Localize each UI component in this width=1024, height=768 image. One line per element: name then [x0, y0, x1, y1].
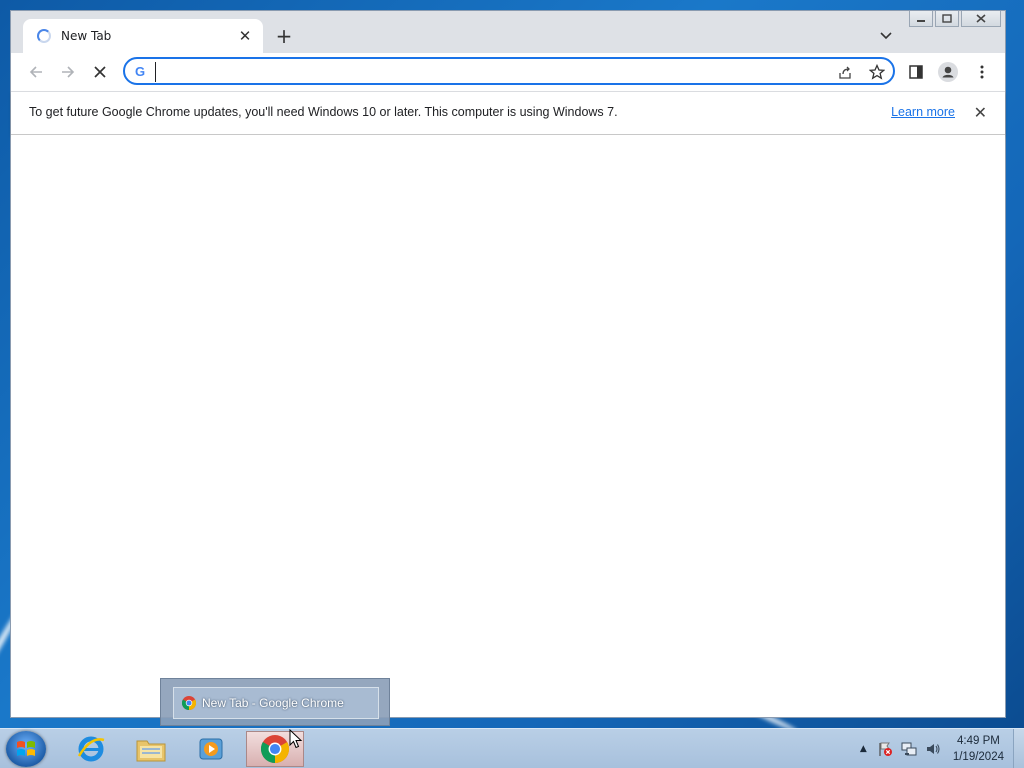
taskbar-thumbnail-popup: New Tab - Google Chrome [160, 678, 390, 726]
toolbar: G [11, 53, 1005, 91]
share-icon [839, 66, 851, 79]
close-icon [976, 14, 986, 23]
desktop: New Tab ✕ + G To get future Google Chrom… [0, 0, 1024, 768]
network-icon[interactable] [901, 741, 917, 757]
side-panel-icon [909, 65, 923, 79]
profile-button[interactable] [937, 61, 959, 83]
clock[interactable]: 4:49 PM 1/19/2024 [953, 733, 1004, 765]
thumbnail-item[interactable]: New Tab - Google Chrome [173, 687, 379, 719]
forward-button[interactable] [57, 61, 79, 83]
learn-more-link[interactable]: Learn more [891, 105, 955, 119]
action-center-flag-icon[interactable] [877, 741, 893, 757]
infobar-message: To get future Google Chrome updates, you… [29, 105, 618, 119]
volume-icon[interactable] [925, 741, 941, 757]
window-caption-buttons [909, 11, 1001, 27]
menu-button[interactable] [971, 61, 993, 83]
arrow-right-icon [62, 66, 75, 78]
bookmark-button[interactable] [869, 64, 885, 80]
maximize-button[interactable] [935, 11, 959, 27]
stop-button[interactable] [89, 61, 111, 83]
taskbar-media-player[interactable] [184, 731, 238, 767]
minimize-icon [917, 20, 925, 22]
chevron-down-icon [880, 32, 892, 40]
side-panel-button[interactable] [905, 61, 927, 83]
update-infobar: To get future Google Chrome updates, you… [11, 91, 1005, 135]
tab-search-button[interactable] [877, 27, 895, 45]
infobar-close-icon[interactable]: ✕ [974, 103, 987, 122]
clock-date: 1/19/2024 [952, 751, 1004, 763]
back-button[interactable] [25, 61, 47, 83]
thumbnail-title: New Tab - Google Chrome [202, 696, 344, 710]
stop-x-icon [94, 66, 106, 78]
page-content[interactable] [11, 135, 1005, 717]
share-button[interactable] [837, 64, 853, 80]
minimize-button[interactable] [909, 11, 933, 27]
system-tray: ▲ 4:49 PM 1/19/2024 [860, 729, 1004, 768]
more-vertical-icon [980, 65, 984, 79]
chrome-icon [182, 696, 196, 710]
mouse-cursor-icon [289, 729, 303, 749]
show-hidden-icons-icon[interactable]: ▲ [860, 744, 867, 754]
chrome-icon [261, 735, 289, 763]
avatar-icon [938, 62, 958, 82]
tab-close-icon[interactable]: ✕ [237, 27, 253, 45]
folder-icon [136, 740, 166, 762]
show-desktop-button[interactable] [1013, 729, 1024, 768]
tab-title: New Tab [61, 29, 112, 43]
arrow-left-icon [29, 66, 42, 78]
new-tab-button[interactable]: + [273, 24, 295, 48]
tab-new-tab[interactable]: New Tab ✕ [23, 19, 263, 53]
loading-spinner-icon [37, 29, 51, 43]
windows-logo-icon [17, 741, 35, 756]
chrome-window: New Tab ✕ + G To get future Google Chrom… [10, 10, 1006, 718]
address-bar[interactable]: G [123, 57, 895, 85]
google-g-icon: G [135, 64, 146, 79]
clock-time: 4:49 PM [957, 735, 1000, 747]
restore-icon [942, 14, 952, 23]
close-window-button[interactable] [961, 11, 1001, 27]
taskbar-internet-explorer[interactable] [64, 731, 118, 767]
taskbar: ▲ 4:49 PM 1/19/2024 [0, 728, 1024, 768]
start-button[interactable] [6, 731, 46, 767]
address-input[interactable] [155, 62, 830, 82]
star-icon [869, 64, 885, 80]
taskbar-file-explorer[interactable] [124, 731, 178, 767]
internet-explorer-icon [77, 736, 105, 762]
media-player-icon [199, 738, 223, 760]
